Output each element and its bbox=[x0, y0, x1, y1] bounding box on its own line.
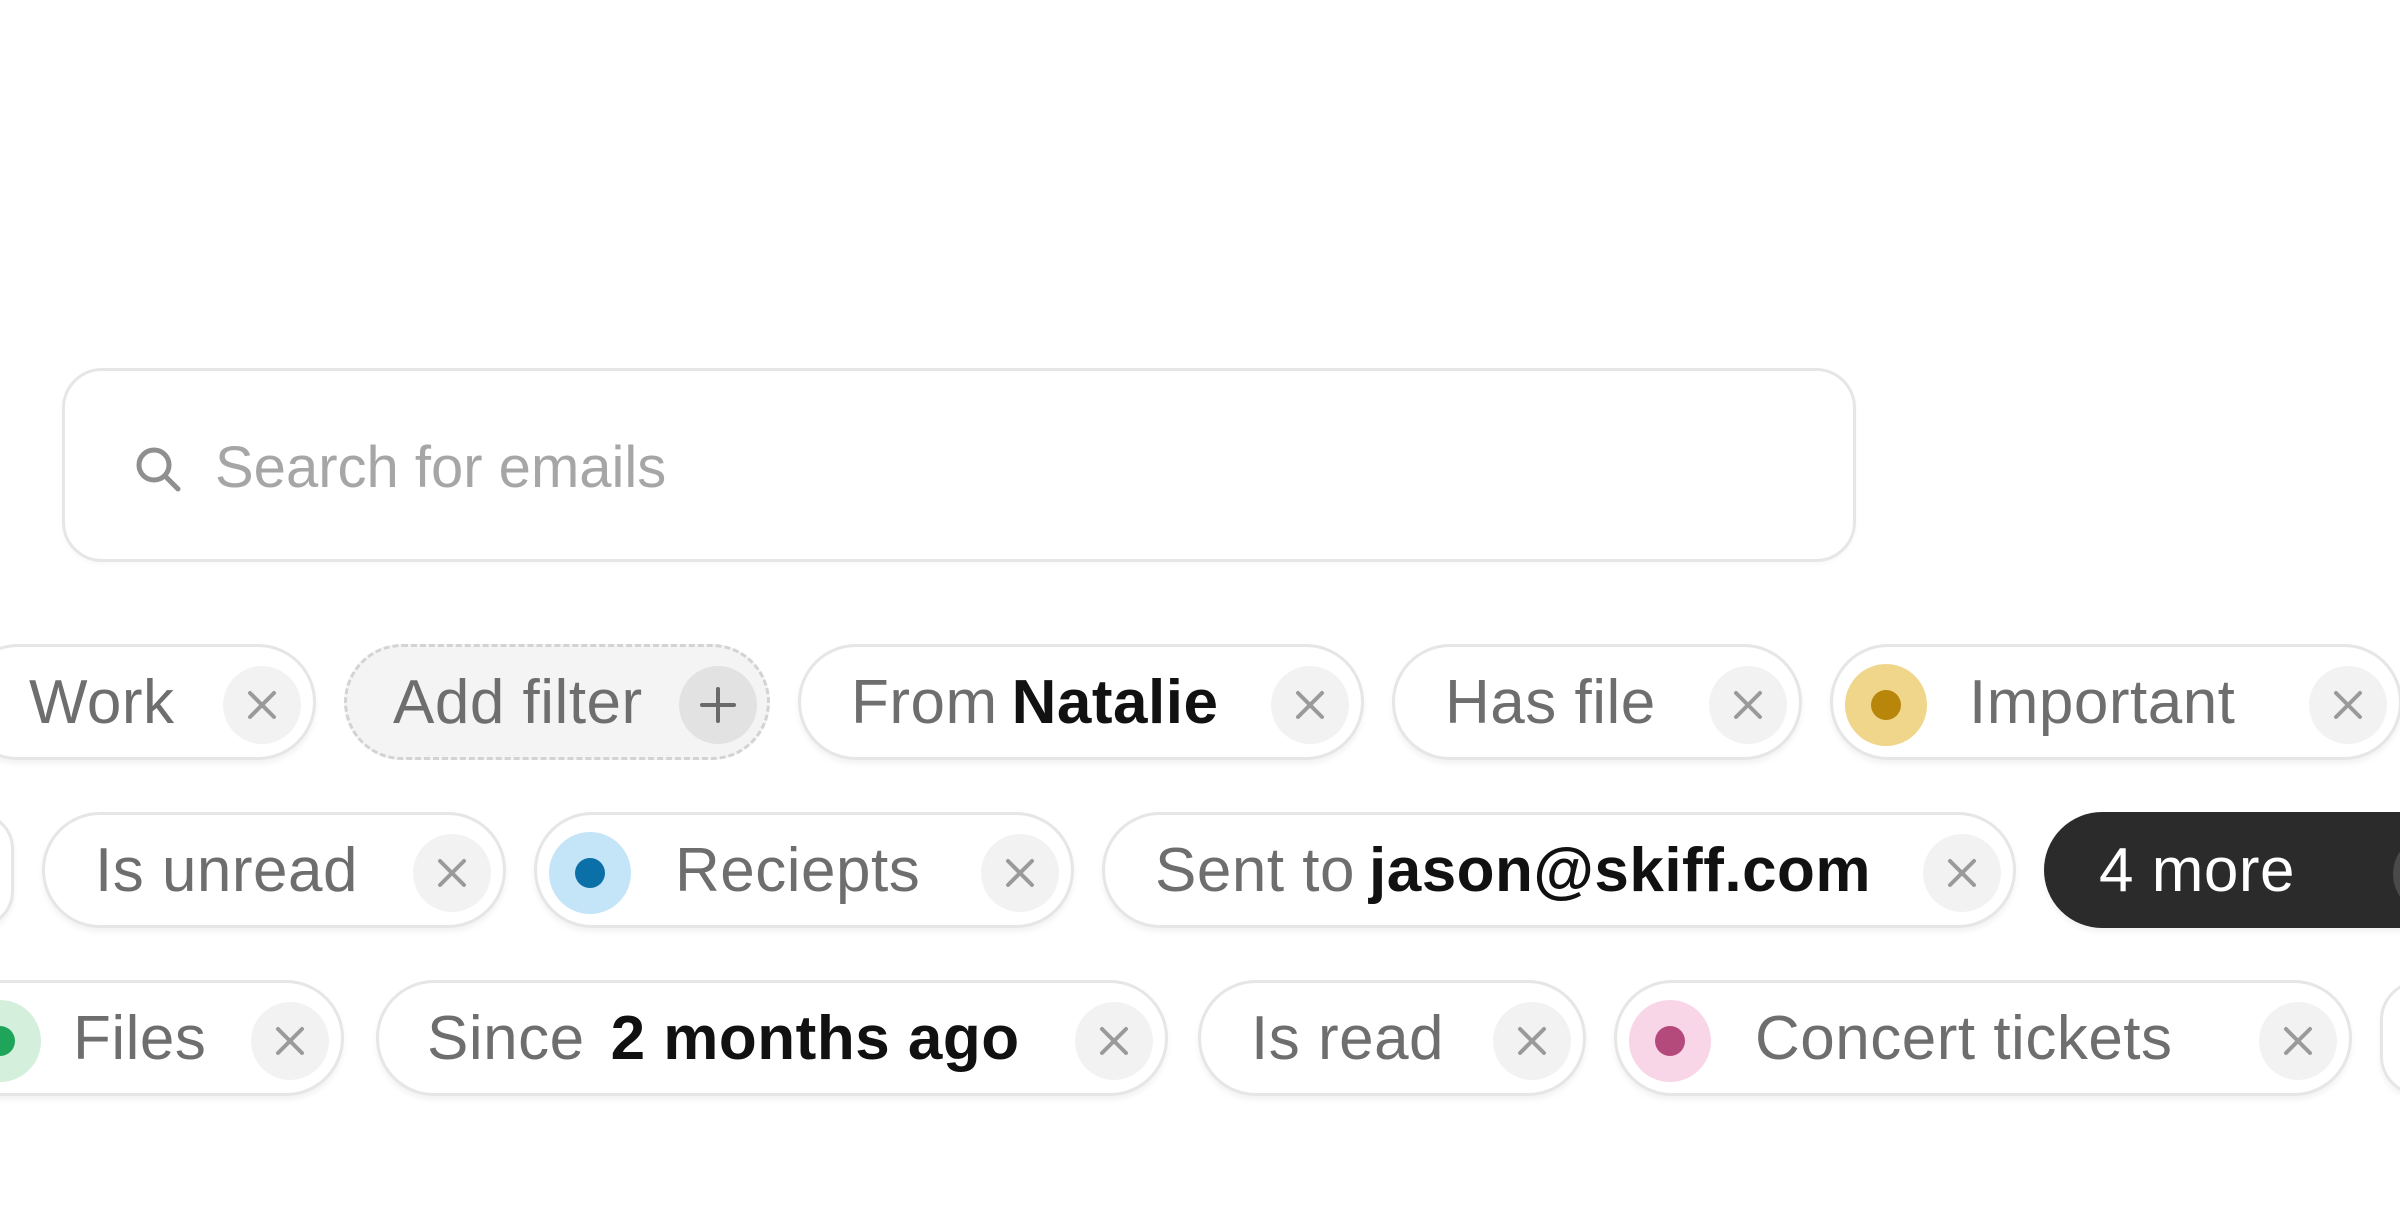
label-color-indicator bbox=[1629, 1000, 1711, 1082]
search-input[interactable] bbox=[215, 431, 1715, 503]
filter-chip-sent-to[interactable]: Sent to jason@skiff.com bbox=[1102, 812, 2016, 928]
label-color-indicator bbox=[549, 832, 631, 914]
filter-chip-label: Files bbox=[73, 1003, 207, 1073]
filter-chip-work[interactable]: Work bbox=[0, 644, 316, 760]
remove-filter-button[interactable] bbox=[981, 834, 1059, 912]
add-filter-label: Add filter bbox=[393, 667, 643, 737]
filter-chip-concert-tickets[interactable]: Concert tickets bbox=[1614, 980, 2352, 1096]
close-icon bbox=[2284, 1027, 2312, 1055]
remove-filter-button[interactable] bbox=[413, 834, 491, 912]
remove-filter-button[interactable] bbox=[1493, 1002, 1571, 1080]
add-filter-plus[interactable] bbox=[679, 666, 757, 744]
filter-chip-label: Is unread bbox=[95, 835, 359, 905]
remove-filter-button[interactable] bbox=[1075, 1002, 1153, 1080]
filter-chip-label: Is read bbox=[1251, 1003, 1445, 1073]
filter-chip-is-unread[interactable]: Is unread bbox=[42, 812, 506, 928]
filter-stage: Work Add filter From Natalie Has file bbox=[0, 0, 2400, 1226]
filter-chip-label: Reciepts bbox=[675, 835, 921, 905]
search-box[interactable] bbox=[62, 368, 1856, 562]
remove-filter-button[interactable] bbox=[1923, 834, 2001, 912]
close-icon bbox=[1948, 859, 1976, 887]
filter-chip-important[interactable]: Important bbox=[1830, 644, 2400, 760]
filter-chip-label: From bbox=[851, 667, 998, 737]
close-icon bbox=[438, 859, 466, 887]
filter-chip-label: Concert tickets bbox=[1755, 1003, 2173, 1073]
close-icon bbox=[1734, 691, 1762, 719]
filter-chip-label: Has file bbox=[1445, 667, 1656, 737]
remove-filter-button[interactable] bbox=[251, 1002, 329, 1080]
more-filters-button[interactable]: 4 more bbox=[2044, 812, 2400, 928]
close-icon bbox=[1518, 1027, 1546, 1055]
filter-chip-value: jason@skiff.com bbox=[1368, 835, 1872, 905]
remove-filter-button[interactable] bbox=[2309, 666, 2387, 744]
search-icon bbox=[136, 447, 181, 492]
close-icon bbox=[1296, 691, 1324, 719]
close-icon bbox=[248, 691, 276, 719]
filter-chip-label: Important bbox=[1969, 667, 2236, 737]
remove-filter-button[interactable] bbox=[2259, 1002, 2337, 1080]
label-color-indicator bbox=[0, 1000, 41, 1082]
label-dot bbox=[0, 1026, 15, 1056]
filter-chip-since[interactable]: Since 2 months ago bbox=[376, 980, 1168, 1096]
plus-icon bbox=[700, 687, 736, 723]
filter-chip-reciepts[interactable]: Reciepts bbox=[534, 812, 1074, 928]
label-color-indicator bbox=[1845, 664, 1927, 746]
remove-filter-button[interactable] bbox=[223, 666, 301, 744]
filter-chip-label: Work bbox=[29, 667, 175, 737]
filter-chip-has-file[interactable]: Has file bbox=[1392, 644, 1802, 760]
filter-chip-is-read[interactable]: Is read bbox=[1198, 980, 1586, 1096]
filter-chip-files[interactable]: Files bbox=[0, 980, 344, 1096]
close-icon bbox=[2334, 691, 2362, 719]
add-filter-button[interactable]: Add filter bbox=[344, 644, 770, 760]
close-icon bbox=[276, 1027, 304, 1055]
filter-chip-partial[interactable] bbox=[2380, 980, 2400, 1096]
label-dot bbox=[575, 858, 605, 888]
filter-chip-value: 2 months ago bbox=[610, 1003, 1020, 1073]
filter-chip-partial[interactable] bbox=[0, 812, 14, 928]
label-dot bbox=[1871, 690, 1901, 720]
filter-chip-from[interactable]: From Natalie bbox=[798, 644, 1364, 760]
close-icon bbox=[1100, 1027, 1128, 1055]
filter-chip-value: Natalie bbox=[1011, 667, 1219, 737]
filter-chip-label: Since bbox=[427, 1003, 585, 1073]
label-dot bbox=[1655, 1026, 1685, 1056]
remove-filter-button[interactable] bbox=[1271, 666, 1349, 744]
close-icon bbox=[1006, 859, 1034, 887]
expand-button[interactable] bbox=[2393, 834, 2400, 914]
remove-filter-button[interactable] bbox=[1709, 666, 1787, 744]
filter-chip-label: Sent to bbox=[1155, 835, 1355, 905]
more-filters-label: 4 more bbox=[2099, 835, 2295, 905]
